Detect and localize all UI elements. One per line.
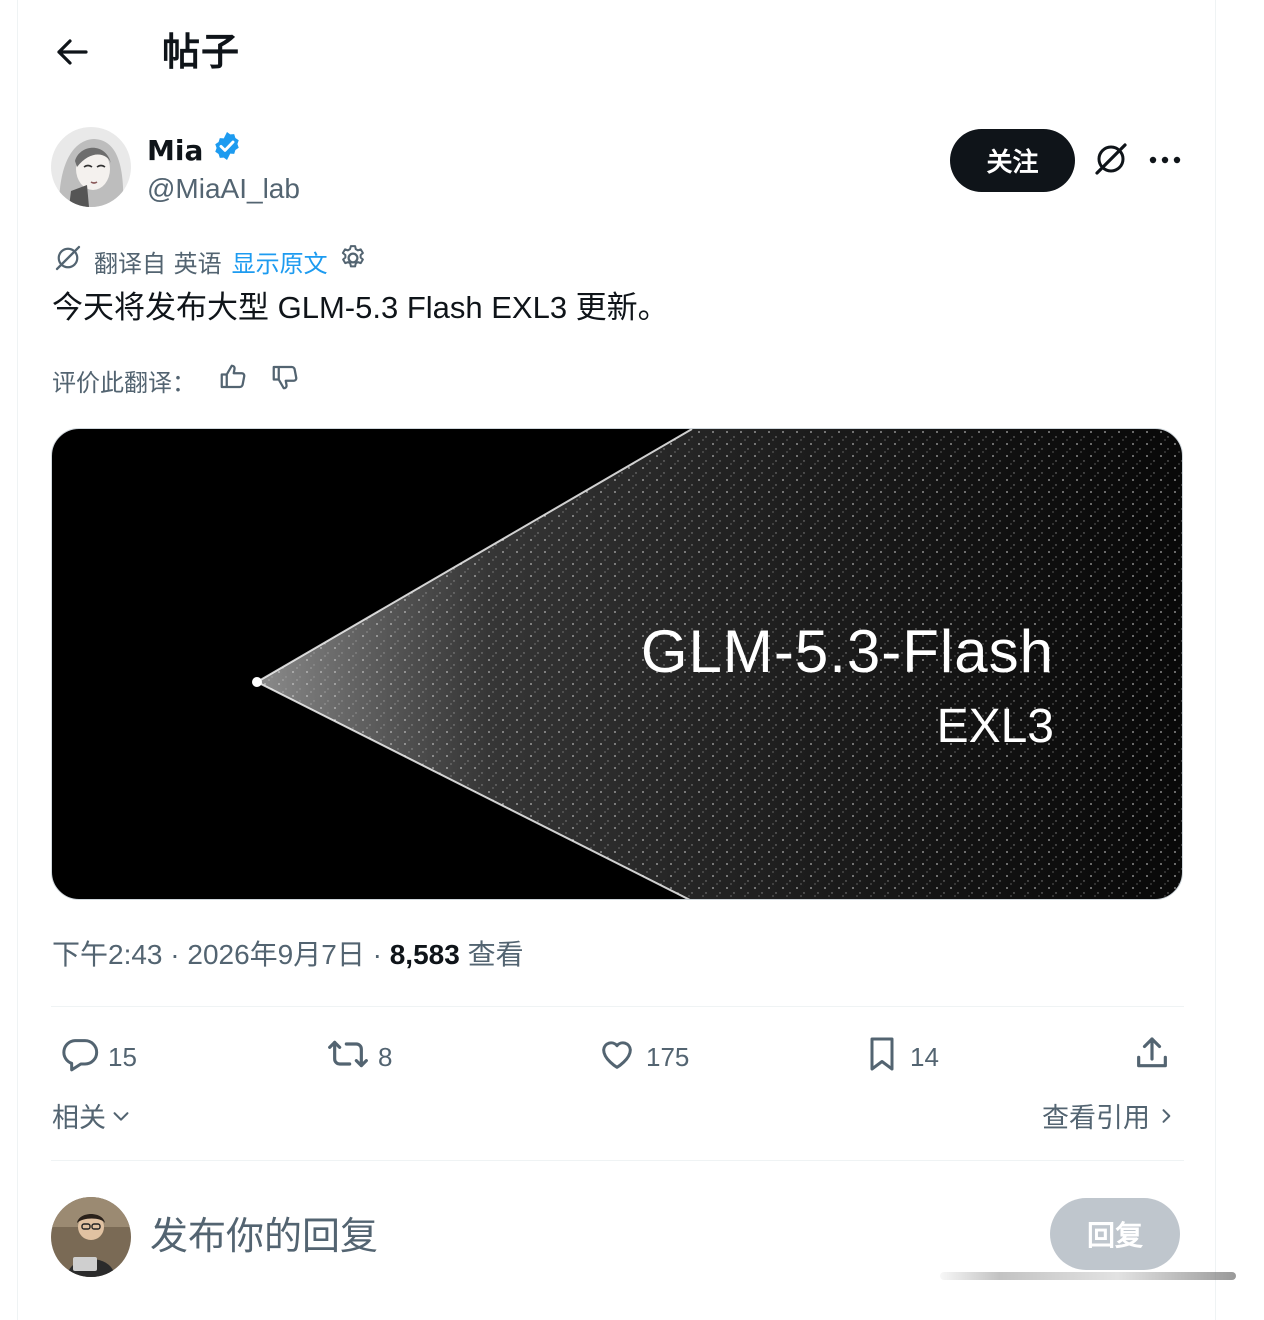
back-arrow-icon[interactable] <box>52 32 92 72</box>
rate-translation-label: 评价此翻译： <box>52 368 196 397</box>
chevron-right-icon <box>1156 1098 1176 1140</box>
tweet-time[interactable]: 下午2:43 <box>52 939 163 970</box>
more-options-icon[interactable] <box>1143 140 1187 180</box>
like-count: 175 <box>646 1041 690 1072</box>
retweet-action[interactable]: 8 <box>326 1032 392 1082</box>
reply-count: 15 <box>108 1041 137 1072</box>
related-label: 相关 <box>52 1103 106 1134</box>
divider <box>51 1006 1184 1007</box>
reply-submit-button[interactable]: 回复 <box>1050 1198 1180 1270</box>
views-count: 8,583 <box>389 939 460 970</box>
translation-settings-gear-icon[interactable] <box>338 243 368 279</box>
author-avatar[interactable] <box>51 127 131 207</box>
reply-bubble-icon <box>60 1034 100 1081</box>
share-icon <box>1132 1034 1172 1081</box>
meta-separator: · <box>170 939 188 970</box>
tweet-meta: 下午2:43 · 2026年9月7日 · 8,583 查看 <box>52 934 524 976</box>
retweet-count: 8 <box>378 1041 393 1072</box>
retweet-icon <box>326 1034 370 1081</box>
grok-translate-icon <box>52 242 84 280</box>
home-indicator <box>940 1272 1236 1280</box>
meta-separator: · <box>372 939 390 970</box>
like-action[interactable]: 175 <box>596 1032 689 1082</box>
views-label: 查看 <box>467 939 524 970</box>
view-quotes-link[interactable]: 查看引用 <box>1042 1098 1176 1140</box>
author-name[interactable]: Mia <box>147 133 203 169</box>
translation-row: 翻译自 英语 显示原文 <box>52 242 368 280</box>
reply-input[interactable] <box>150 1206 970 1266</box>
translated-from-label: 翻译自 英语 <box>94 249 222 278</box>
author-name-row[interactable]: Mia <box>147 130 243 171</box>
media-title-text: GLM-5.3-Flash <box>640 618 1054 685</box>
tweet-media-image[interactable]: GLM-5.3-Flash EXL3 <box>51 428 1183 900</box>
view-quotes-label: 查看引用 <box>1042 1103 1150 1134</box>
share-action[interactable] <box>1132 1032 1172 1082</box>
author-handle[interactable]: @MiaAI_lab <box>147 171 300 207</box>
thumbs-down-icon[interactable] <box>270 362 300 398</box>
rate-translation-row: 评价此翻译： <box>52 360 300 400</box>
bookmark-count: 14 <box>910 1041 939 1072</box>
bookmark-icon <box>862 1033 902 1082</box>
heart-icon <box>596 1034 638 1081</box>
divider <box>51 1160 1184 1161</box>
page-title: 帖子 <box>162 30 241 74</box>
tweet-text: 今天将发布大型 GLM-5.3 Flash EXL3 更新。 <box>52 290 669 325</box>
thumbs-up-icon[interactable] <box>218 362 248 398</box>
tweet-date[interactable]: 2026年9月7日 <box>187 939 364 970</box>
chevron-down-icon <box>110 1098 132 1140</box>
bookmark-action[interactable]: 14 <box>862 1032 939 1082</box>
grok-icon[interactable] <box>1090 138 1132 180</box>
current-user-avatar[interactable] <box>51 1197 131 1277</box>
verified-badge-icon <box>211 130 243 171</box>
media-subtitle-text: EXL3 <box>936 700 1054 753</box>
related-toggle[interactable]: 相关 <box>52 1098 132 1140</box>
show-original-link[interactable]: 显示原文 <box>232 244 328 279</box>
reply-action[interactable]: 15 <box>60 1032 137 1082</box>
follow-button[interactable]: 关注 <box>950 129 1075 192</box>
